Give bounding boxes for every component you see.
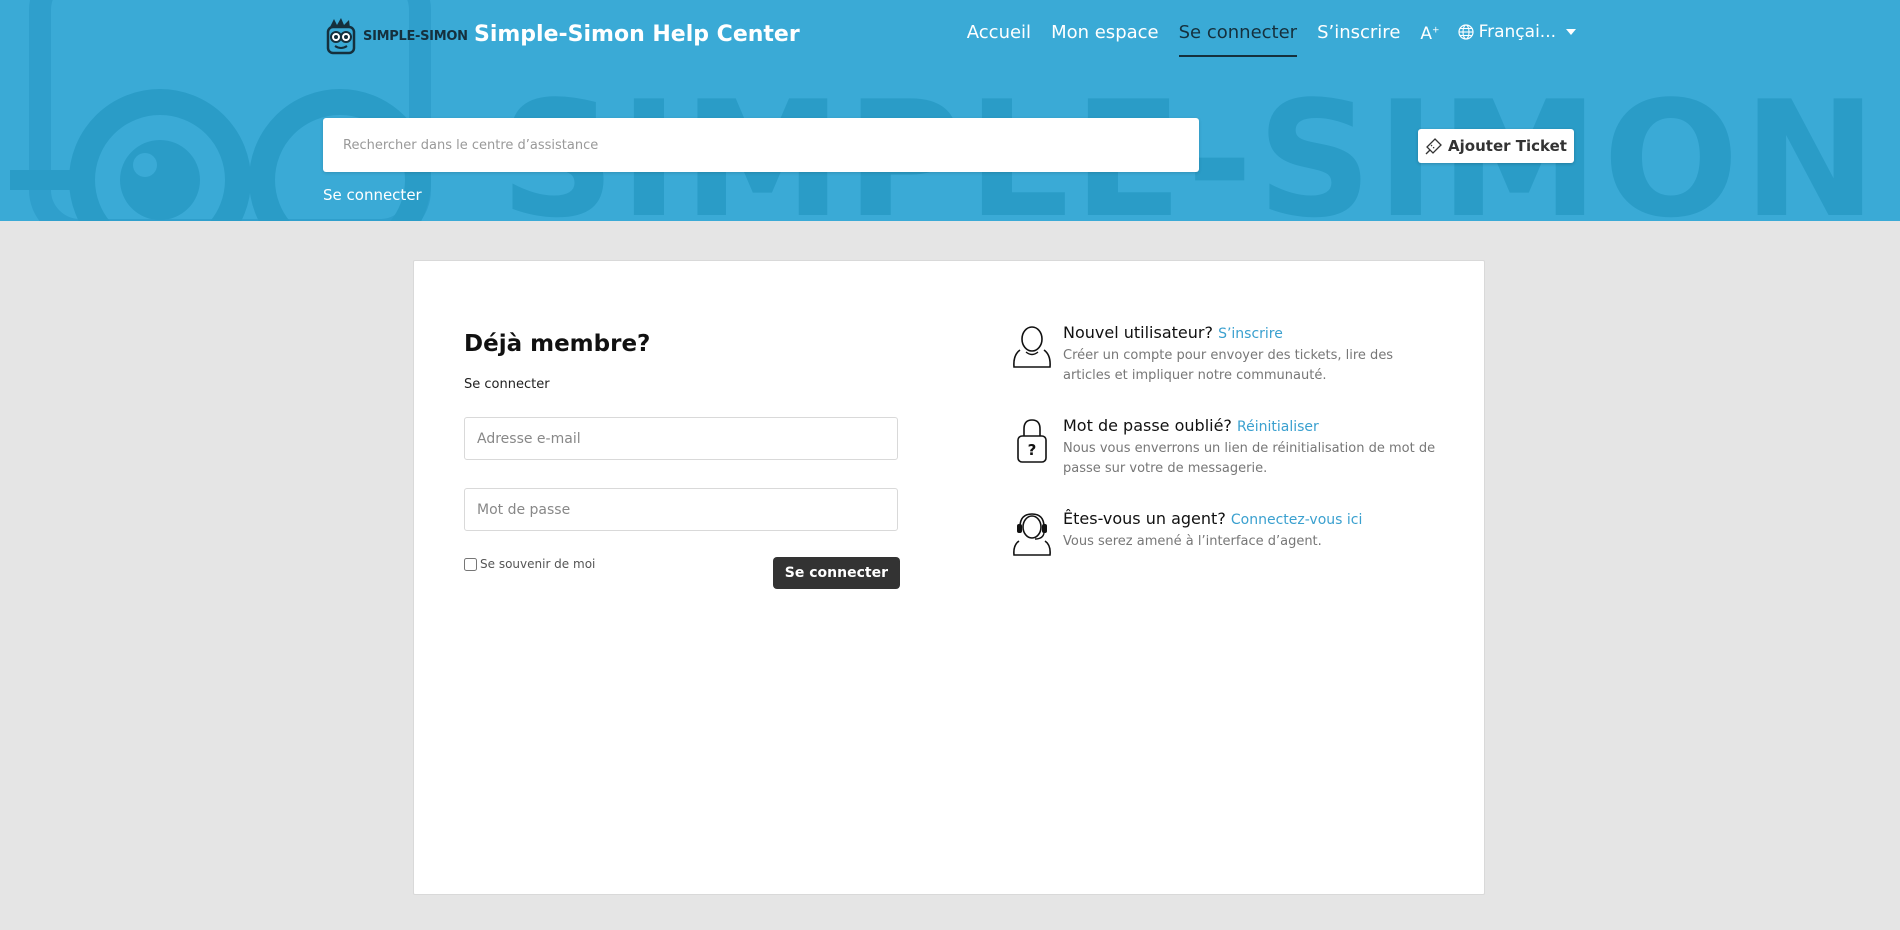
add-ticket-button[interactable]: Ajouter Ticket xyxy=(1418,129,1574,163)
add-ticket-label: Ajouter Ticket xyxy=(1448,137,1567,155)
forgot-password-description: Nous vous enverrons un lien de réinitial… xyxy=(1063,441,1436,476)
font-size-label: A xyxy=(1420,24,1433,44)
help-links: Nouvel utilisateur? S’inscrire Créer un … xyxy=(1010,323,1440,589)
remember-me-checkbox[interactable] xyxy=(464,557,477,571)
ticket-icon xyxy=(1425,138,1442,155)
hero-signin-link[interactable]: Se connecter xyxy=(323,186,422,204)
new-user-question: Nouvel utilisateur? xyxy=(1063,323,1213,342)
nav-sinscrire[interactable]: S’inscrire xyxy=(1317,22,1400,55)
remember-me[interactable]: Se souvenir de moi xyxy=(464,557,595,571)
email-field-wrapper xyxy=(464,417,898,460)
new-user-description: Créer un compte pour envoyer des tickets… xyxy=(1063,348,1394,383)
site-title[interactable]: Simple-Simon Help Center xyxy=(474,22,800,47)
nav-se-connecter[interactable]: Se connecter xyxy=(1178,22,1298,57)
hero-banner: SIMPLE-SIMON SIMPLE-SIMON Simple-Simon H… xyxy=(0,0,1900,221)
login-card: Déjà membre? Se connecter Se souvenir de… xyxy=(413,260,1485,895)
new-user-item: Nouvel utilisateur? S’inscrire Créer un … xyxy=(1010,323,1440,386)
top-nav: Accueil Mon espace Se connecter S’inscri… xyxy=(947,22,1576,58)
nav-mon-espace[interactable]: Mon espace xyxy=(1051,22,1159,55)
language-selector[interactable]: Françai... xyxy=(1457,22,1576,42)
headset-icon xyxy=(1013,513,1051,556)
logo-text: SIMPLE-SIMON xyxy=(363,28,468,44)
login-title: Déjà membre? xyxy=(464,331,651,357)
globe-icon xyxy=(1457,24,1474,40)
signin-button[interactable]: Se connecter xyxy=(772,557,900,589)
login-actions: Se souvenir de moi Se connecter xyxy=(464,557,900,589)
email-field[interactable] xyxy=(465,430,897,447)
reset-password-link[interactable]: Réinitialiser xyxy=(1237,419,1319,435)
site-logo[interactable]: SIMPLE-SIMON xyxy=(325,16,468,56)
user-icon xyxy=(1013,326,1051,368)
login-form: Déjà membre? Se connecter Se souvenir de… xyxy=(464,331,900,589)
font-size-toggle[interactable]: A+ xyxy=(1420,22,1439,44)
password-field[interactable] xyxy=(465,501,897,518)
agent-description: Vous serez amené à l’interface d’agent. xyxy=(1063,534,1322,549)
mascot-logo-icon xyxy=(326,18,356,55)
remember-me-label: Se souvenir de moi xyxy=(480,557,596,571)
svg-text:?: ? xyxy=(1028,441,1037,459)
agent-question: Êtes-vous un agent? xyxy=(1063,509,1226,528)
agent-login-link[interactable]: Connectez-vous ici xyxy=(1231,512,1362,528)
search-box xyxy=(323,118,1199,172)
chevron-down-icon xyxy=(1566,29,1576,35)
nav-accueil[interactable]: Accueil xyxy=(967,22,1031,55)
search-input[interactable] xyxy=(323,137,1199,153)
language-label: Françai... xyxy=(1478,22,1556,42)
password-field-wrapper xyxy=(464,488,898,531)
login-subtitle: Se connecter xyxy=(464,377,550,392)
lock-icon: ? xyxy=(1017,419,1047,463)
agent-item: Êtes-vous un agent? Connectez-vous ici V… xyxy=(1010,509,1440,559)
signup-link[interactable]: S’inscrire xyxy=(1218,326,1283,342)
forgot-password-question: Mot de passe oublié? xyxy=(1063,416,1232,435)
forgot-password-item: ? Mot de passe oublié? Réinitialiser Nou… xyxy=(1010,416,1440,479)
